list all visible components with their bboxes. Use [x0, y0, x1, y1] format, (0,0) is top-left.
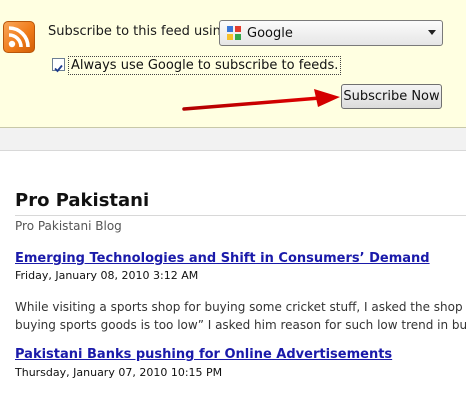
subscribe-now-button[interactable]: Subscribe Now — [341, 84, 442, 109]
selected-reader: Google — [247, 26, 293, 41]
subscribe-bar: Subscribe to this feed using Google Alwa… — [0, 0, 466, 128]
post-date: Thursday, January 07, 2010 10:15 PM — [15, 366, 223, 379]
feed-subtitle: Pro Pakistani Blog — [15, 219, 122, 233]
google-reader-icon — [227, 26, 241, 40]
red-arrow-annotation — [182, 89, 340, 111]
post-title-link[interactable]: Pakistani Banks pushing for Online Adver… — [15, 347, 392, 362]
divider-band — [0, 128, 466, 151]
rss-feed-icon — [3, 21, 35, 53]
title-divider — [15, 215, 466, 216]
post-title-link[interactable]: Emerging Technologies and Shift in Consu… — [15, 251, 430, 266]
chevron-down-icon[interactable] — [428, 30, 436, 35]
checkmark-icon — [54, 64, 63, 73]
always-use-label[interactable]: Always use Google to subscribe to feeds. — [68, 56, 342, 75]
feed-title: Pro Pakistani — [15, 190, 150, 211]
subscribe-label: Subscribe to this feed using — [48, 24, 230, 39]
post-excerpt-line: buying sports goods is too low” I asked … — [15, 318, 466, 332]
post-date: Friday, January 08, 2010 3:12 AM — [15, 269, 199, 282]
post-excerpt-line: While visiting a sports shop for buying … — [15, 300, 466, 314]
feed-reader-select[interactable]: Google — [219, 20, 443, 46]
always-use-checkbox[interactable] — [52, 58, 65, 73]
